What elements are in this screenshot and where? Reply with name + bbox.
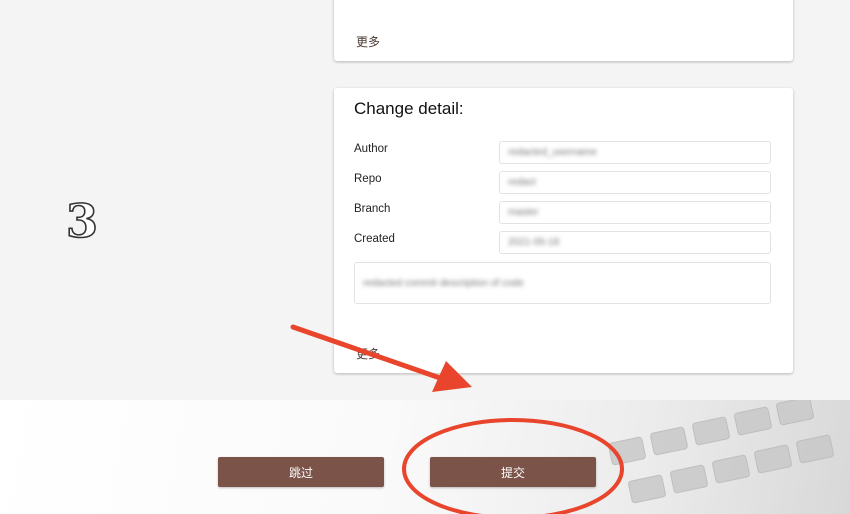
step-number: 3: [65, 194, 99, 248]
branch-value: master: [508, 207, 539, 218]
created-value: 2021-05-18: [508, 237, 560, 248]
previous-change-card: 更多: [334, 0, 793, 61]
commit-message: redacted commit description of code: [363, 277, 524, 289]
more-link[interactable]: 更多: [356, 345, 380, 362]
branch-label: Branch: [354, 203, 391, 215]
submit-button[interactable]: 提交: [430, 457, 596, 487]
created-field[interactable]: 2021-05-18: [499, 231, 771, 254]
author-field[interactable]: redacted_username: [499, 141, 771, 164]
repo-label: Repo: [354, 173, 382, 185]
more-link[interactable]: 更多: [356, 33, 380, 50]
footer-background: [0, 400, 850, 514]
card-title: Change detail:: [354, 99, 464, 118]
keyboard-decoration: [608, 400, 834, 504]
change-detail-card: Change detail: Author redacted_username …: [334, 88, 793, 373]
created-label: Created: [354, 233, 395, 245]
branch-field[interactable]: master: [499, 201, 771, 224]
author-label: Author: [354, 143, 388, 155]
repo-value: redact: [508, 177, 536, 188]
author-value: redacted_username: [508, 147, 597, 158]
repo-field[interactable]: redact: [499, 171, 771, 194]
skip-button[interactable]: 跳过: [218, 457, 384, 487]
commit-message-box[interactable]: redacted commit description of code: [354, 262, 771, 304]
